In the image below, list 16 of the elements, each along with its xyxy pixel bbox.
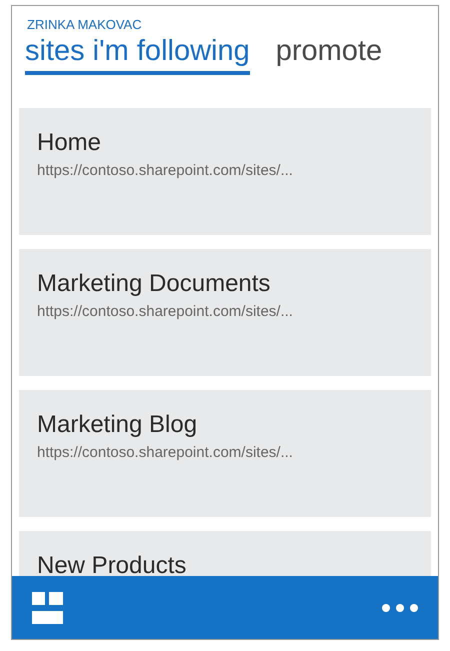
tiles-icon[interactable]: [32, 592, 63, 624]
site-card[interactable]: Marketing Blog https://contoso.sharepoint.com/sites/...: [19, 390, 431, 517]
user-name: ZRINKA MAKOVAC: [26, 16, 143, 33]
site-card[interactable]: New Products: [19, 531, 431, 576]
site-url: https://contoso.sharepoint.com/sites/...: [37, 444, 294, 461]
pivot-tab[interactable]: sites i'm following: [25, 33, 250, 75]
site-title: Marketing Blog: [37, 410, 198, 440]
pivot-tab[interactable]: promote: [276, 33, 382, 75]
site-title: New Products: [37, 551, 188, 576]
site-url: https://contoso.sharepoint.com/sites/...: [37, 303, 294, 320]
site-card[interactable]: Marketing Documents https://contoso.sharepoint.com/sites/...: [19, 249, 431, 376]
site-card[interactable]: Home https://contoso.sharepoint.com/sites/...: [19, 108, 431, 235]
site-title: Marketing Documents: [37, 269, 272, 299]
more-icon[interactable]: [382, 604, 418, 612]
site-title: Home: [37, 128, 102, 158]
site-url: https://contoso.sharepoint.com/sites/...: [37, 162, 294, 179]
